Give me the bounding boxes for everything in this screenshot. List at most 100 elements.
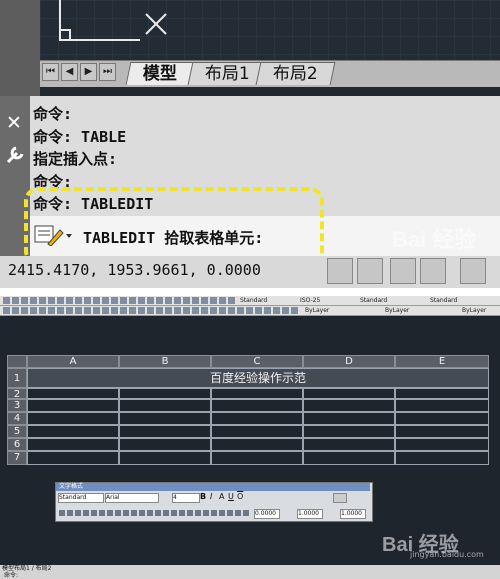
toolbar-button-icon[interactable]: [3, 297, 10, 304]
format-button-icon[interactable]: [163, 510, 169, 516]
overline-icon[interactable]: O: [237, 492, 243, 501]
toolbar-button-icon[interactable]: [147, 297, 154, 304]
toolbar-button-icon[interactable]: [57, 297, 64, 304]
toolbar-button-icon[interactable]: [66, 307, 73, 314]
tracking-input[interactable]: 1.0000: [297, 509, 323, 519]
toolbar-button-icon[interactable]: [237, 307, 244, 314]
toolbar-button-icon[interactable]: [129, 297, 136, 304]
table-cell[interactable]: [211, 451, 303, 465]
next-tab-icon[interactable]: ▶: [80, 63, 97, 81]
format-button-icon[interactable]: [107, 510, 113, 516]
column-header[interactable]: B: [119, 355, 211, 368]
toolbar-button-icon[interactable]: [219, 297, 226, 304]
toolbar-button-icon[interactable]: [156, 297, 163, 304]
table-cell[interactable]: [211, 388, 303, 399]
toolbar-button-icon[interactable]: [39, 297, 46, 304]
format-button-icon[interactable]: [75, 510, 81, 516]
toolbar-button-icon[interactable]: [84, 307, 91, 314]
toolbar-button-icon[interactable]: [48, 307, 55, 314]
toolbar-button-icon[interactable]: [66, 297, 73, 304]
color-dropdown[interactable]: ByLayer: [305, 306, 329, 315]
command-line[interactable]: 命令:: [4, 572, 18, 579]
table-cell[interactable]: [211, 399, 303, 412]
toolbar-button-icon[interactable]: [111, 297, 118, 304]
toolbar-button-icon[interactable]: [93, 307, 100, 314]
width-factor-input[interactable]: 1.0000: [340, 509, 366, 519]
table-cell[interactable]: [119, 412, 211, 425]
format-button-icon[interactable]: [155, 510, 161, 516]
first-tab-icon[interactable]: ⏮: [42, 63, 59, 81]
format-button-icon[interactable]: [139, 510, 145, 516]
toolbar-button-icon[interactable]: [174, 297, 181, 304]
table-cell[interactable]: [119, 388, 211, 399]
osnap-icon[interactable]: [460, 258, 486, 284]
toolbar-button-icon[interactable]: [282, 307, 289, 314]
format-button-icon[interactable]: [203, 510, 209, 516]
bold-icon[interactable]: B: [200, 492, 206, 501]
format-button-icon[interactable]: [211, 510, 217, 516]
toolbar-button-icon[interactable]: [228, 297, 235, 304]
toolbar-button-icon[interactable]: [21, 297, 28, 304]
ortho-icon[interactable]: [390, 258, 416, 284]
underline-icon[interactable]: U: [228, 492, 234, 501]
font-symbol-icon[interactable]: A: [219, 492, 224, 501]
toolbar-button-icon[interactable]: [75, 307, 82, 314]
toolbar-button-icon[interactable]: [192, 307, 199, 314]
table-cell[interactable]: [395, 412, 489, 425]
toolbar-button-icon[interactable]: [129, 307, 136, 314]
toolbar-button-icon[interactable]: [147, 307, 154, 314]
table-cell[interactable]: [211, 412, 303, 425]
toolbar-button-icon[interactable]: [120, 307, 127, 314]
ok-button[interactable]: [333, 493, 347, 503]
lineweight-dropdown[interactable]: ByLayer: [462, 306, 486, 315]
toolbar-button-icon[interactable]: [102, 307, 109, 314]
toolbar-button-icon[interactable]: [246, 307, 253, 314]
toolbar-button-icon[interactable]: [3, 307, 10, 314]
toolbar-button-icon[interactable]: [219, 307, 226, 314]
toolbar-button-icon[interactable]: [210, 297, 217, 304]
toolbar-button-icon[interactable]: [264, 307, 271, 314]
format-button-icon[interactable]: [115, 510, 121, 516]
row-header[interactable]: 4: [7, 412, 27, 425]
toolbar-button-icon[interactable]: [30, 307, 37, 314]
row-header[interactable]: 1: [7, 368, 27, 388]
table-cell[interactable]: [395, 388, 489, 399]
row-header[interactable]: 7: [7, 451, 27, 465]
prev-tab-icon[interactable]: ◀: [61, 63, 78, 81]
toolbar-button-icon[interactable]: [57, 307, 64, 314]
toolbar-button-icon[interactable]: [12, 297, 19, 304]
snap-icon[interactable]: [327, 258, 353, 284]
toolbar-button-icon[interactable]: [201, 307, 208, 314]
table-style-dropdown[interactable]: Standard: [360, 296, 387, 305]
table-cell[interactable]: [395, 425, 489, 438]
format-button-icon[interactable]: [227, 510, 233, 516]
toolbar-button-icon[interactable]: [138, 297, 145, 304]
toolbar-button-icon[interactable]: [165, 297, 172, 304]
toolbar-button-icon[interactable]: [138, 307, 145, 314]
column-header[interactable]: A: [27, 355, 119, 368]
toolbar-button-icon[interactable]: [111, 307, 118, 314]
table-cell[interactable]: [27, 399, 119, 412]
table[interactable]: A B C D E 1 百度经验操作示范 2 3 4 5 6 7: [7, 355, 489, 465]
toolbar-button-icon[interactable]: [102, 297, 109, 304]
toolbar-button-icon[interactable]: [156, 307, 163, 314]
table-cell[interactable]: [303, 399, 395, 412]
format-button-icon[interactable]: [131, 510, 137, 516]
format-button-icon[interactable]: [195, 510, 201, 516]
toolbar-button-icon[interactable]: [210, 307, 217, 314]
toolbar-button-icon[interactable]: [30, 297, 37, 304]
text-style-select[interactable]: Standard: [58, 493, 104, 503]
column-header[interactable]: C: [211, 355, 303, 368]
linetype-dropdown[interactable]: ByLayer: [385, 306, 409, 315]
italic-icon[interactable]: I: [210, 492, 212, 501]
toolbar-button-icon[interactable]: [183, 307, 190, 314]
table-cell[interactable]: [27, 412, 119, 425]
mleader-style-dropdown[interactable]: Standard: [430, 296, 457, 305]
dim-style-dropdown[interactable]: ISO-25: [300, 296, 320, 305]
oblique-angle-input[interactable]: 0.0000: [254, 509, 280, 519]
format-button-icon[interactable]: [171, 510, 177, 516]
row-header[interactable]: 2: [7, 388, 27, 400]
toolbar-button-icon[interactable]: [48, 297, 55, 304]
toolbar-button-icon[interactable]: [120, 297, 127, 304]
tab-layout2[interactable]: 布局2: [255, 62, 336, 85]
